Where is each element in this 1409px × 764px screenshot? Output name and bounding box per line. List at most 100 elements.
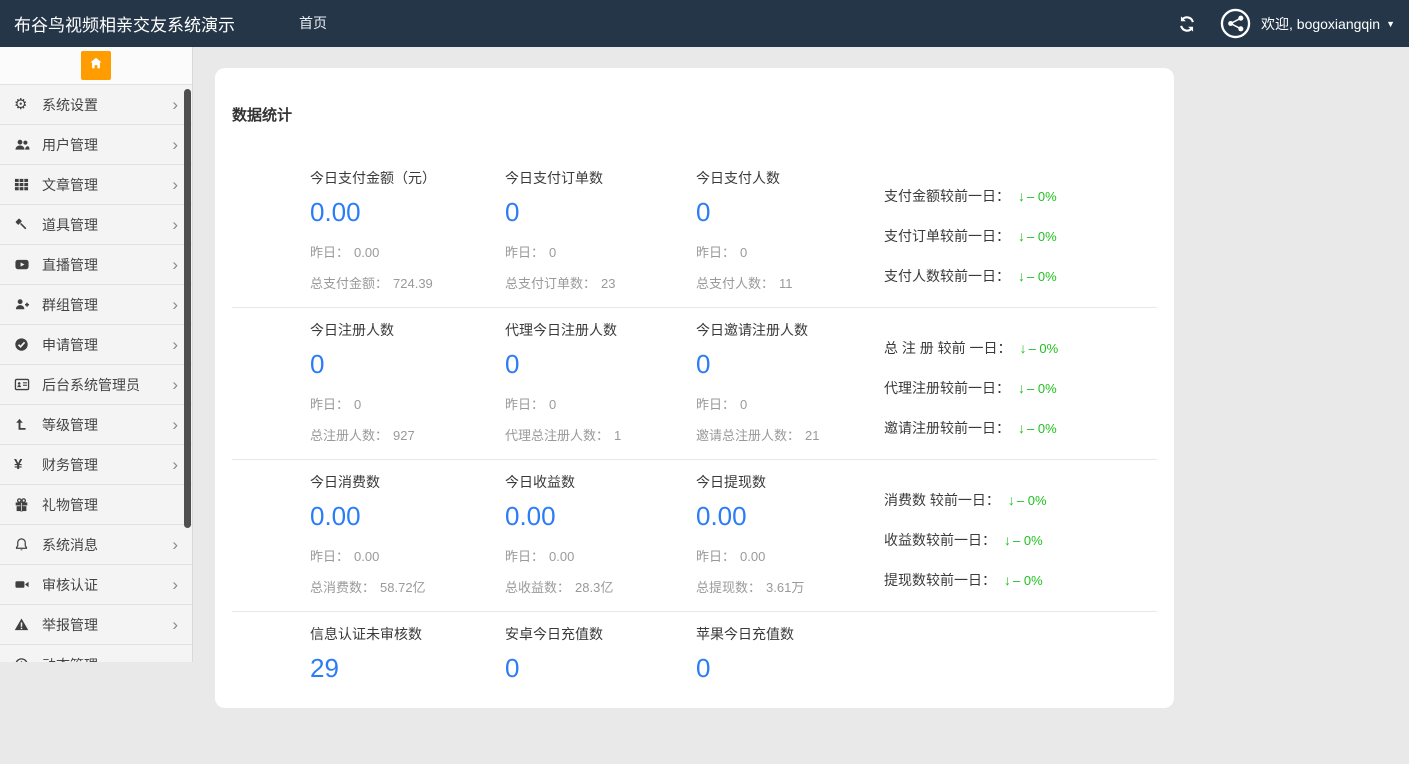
sidebar-item-system-settings[interactable]: ⚙ 系统设置 › (0, 85, 192, 125)
home-icon (89, 56, 103, 75)
chevron-right-icon: › (172, 617, 178, 633)
down-arrow-icon: ↓ (1018, 420, 1025, 436)
sidebar-item-article-management[interactable]: 文章管理 › (0, 165, 192, 205)
chevron-right-icon: › (172, 337, 178, 353)
trend-column-empty (884, 624, 1157, 764)
trend-line: 代理注册较前一日： ↓ – 0% (884, 378, 1157, 398)
trend-line: 支付订单较前一日： ↓ – 0% (884, 226, 1157, 246)
trend-column-payments: 支付金额较前一日： ↓ – 0% 支付订单较前一日： ↓ – 0% 支付人数较前… (884, 168, 1157, 307)
warning-icon (14, 617, 34, 633)
page-title: 数据统计 (232, 104, 1157, 125)
stat-value: 0 (696, 349, 884, 380)
sidebar-item-finance-management[interactable]: ¥ 财务管理 › (0, 445, 192, 485)
top-navbar: 布谷鸟视频相亲交友系统演示 首页 欢迎, bogoxiangqin ▼ (0, 0, 1409, 47)
gift-icon (14, 497, 34, 513)
trend-line: 支付金额较前一日： ↓ – 0% (884, 186, 1157, 206)
chevron-right-icon: › (172, 537, 178, 553)
sidebar-item-moments-management[interactable]: 动态管理 › (0, 645, 192, 662)
stat-row-payments: 今日支付金额（元） 0.00 昨日：0.00 总支付金额：724.39 今日支付… (232, 156, 1157, 308)
nav-home-link[interactable]: 首页 (285, 0, 341, 47)
sidebar-scrollbar[interactable] (184, 89, 191, 528)
sidebar-item-gift-management[interactable]: 礼物管理 (0, 485, 192, 525)
stat-unreviewed-certifications: 信息认证未审核数 29 (310, 624, 505, 764)
stat-row-registrations: 今日注册人数 0 昨日：0 总注册人数：927 代理今日注册人数 0 昨日：0 … (232, 308, 1157, 460)
stat-today-consumption: 今日消费数 0.00 昨日：0.00 总消费数：58.72亿 (310, 472, 505, 611)
chevron-right-icon: › (172, 417, 178, 433)
grid-icon (14, 177, 34, 193)
sidebar-item-user-management[interactable]: 用户管理 › (0, 125, 192, 165)
main-content: 数据统计 今日支付金额（元） 0.00 昨日：0.00 总支付金额：724.39… (194, 47, 1409, 662)
clock-icon (14, 657, 34, 663)
stat-value: 0 (310, 349, 505, 380)
trend-line: 总 注 册 较前 一日： ↓ – 0% (884, 338, 1157, 358)
stat-ios-recharge: 苹果今日充值数 0 (696, 624, 884, 764)
check-circle-icon (14, 337, 34, 353)
welcome-user-dropdown[interactable]: 欢迎, bogoxiangqin (1261, 14, 1380, 34)
sidebar: ⚙ 系统设置 › 用户管理 › 文章管理 › (0, 47, 193, 662)
chevron-right-icon: › (172, 577, 178, 593)
user-plus-icon (14, 297, 34, 313)
id-card-icon (14, 377, 34, 393)
chevron-right-icon: › (172, 457, 178, 473)
trend-line: 邀请注册较前一日： ↓ – 0% (884, 418, 1157, 438)
yen-icon: ¥ (14, 457, 34, 473)
stat-value: 0.00 (505, 501, 696, 532)
stat-value: 0.00 (696, 501, 884, 532)
caret-down-icon[interactable]: ▼ (1386, 19, 1395, 29)
home-button[interactable] (81, 51, 111, 80)
sidebar-item-live-management[interactable]: 直播管理 › (0, 245, 192, 285)
stat-today-registrations: 今日注册人数 0 昨日：0 总注册人数：927 (310, 320, 505, 459)
down-arrow-icon: ↓ (1018, 268, 1025, 284)
chevron-right-icon: › (172, 177, 178, 193)
sidebar-item-backend-admins[interactable]: 后台系统管理员 › (0, 365, 192, 405)
trend-line: 支付人数较前一日： ↓ – 0% (884, 266, 1157, 286)
down-arrow-icon: ↓ (1018, 228, 1025, 244)
stat-row-consumption: 今日消费数 0.00 昨日：0.00 总消费数：58.72亿 今日收益数 0.0… (232, 460, 1157, 612)
stat-row-recharge: 信息认证未审核数 29 安卓今日充值数 0 苹果今日充值数 0 (232, 612, 1157, 764)
gears-icon: ⚙ (14, 97, 34, 113)
stat-today-pay-orders: 今日支付订单数 0 昨日：0 总支付订单数：23 (505, 168, 696, 307)
sidebar-header (0, 47, 192, 85)
stat-value: 0 (505, 653, 696, 684)
down-arrow-icon: ↓ (1020, 340, 1027, 356)
down-arrow-icon: ↓ (1018, 188, 1025, 204)
stat-invite-registrations: 今日邀请注册人数 0 昨日：0 邀请总注册人数：21 (696, 320, 884, 459)
trend-line: 收益数较前一日： ↓ – 0% (884, 530, 1157, 550)
stat-today-earnings: 今日收益数 0.00 昨日：0.00 总收益数：28.3亿 (505, 472, 696, 611)
stat-value: 0 (505, 197, 696, 228)
trend-line: 消费数 较前一日： ↓ – 0% (884, 490, 1157, 510)
sidebar-item-application-management[interactable]: 申请管理 › (0, 325, 192, 365)
sidebar-item-group-management[interactable]: 群组管理 › (0, 285, 192, 325)
level-up-icon (14, 417, 34, 433)
trend-column-registrations: 总 注 册 较前 一日： ↓ – 0% 代理注册较前一日： ↓ – 0% 邀请注… (884, 320, 1157, 459)
statistics-card: 数据统计 今日支付金额（元） 0.00 昨日：0.00 总支付金额：724.39… (215, 68, 1174, 708)
sidebar-item-report-management[interactable]: 举报管理 › (0, 605, 192, 645)
users-icon (14, 137, 34, 153)
bell-icon (14, 537, 34, 553)
user-avatar-share-icon[interactable] (1220, 8, 1251, 39)
stat-value: 29 (310, 653, 505, 684)
stat-today-withdrawals: 今日提现数 0.00 昨日：0.00 总提现数：3.61万 (696, 472, 884, 611)
stat-value: 0.00 (310, 197, 505, 228)
chevron-right-icon: › (172, 137, 178, 153)
sidebar-item-system-messages[interactable]: 系统消息 › (0, 525, 192, 565)
down-arrow-icon: ↓ (1004, 572, 1011, 588)
stat-value: 0 (505, 349, 696, 380)
chevron-right-icon: › (172, 257, 178, 273)
stat-value: 0.00 (310, 501, 505, 532)
down-arrow-icon: ↓ (1008, 492, 1015, 508)
stat-value: 0 (696, 197, 884, 228)
app-title: 布谷鸟视频相亲交友系统演示 (0, 11, 285, 36)
chevron-right-icon: › (172, 297, 178, 313)
refresh-icon[interactable] (1178, 15, 1196, 33)
stat-android-recharge: 安卓今日充值数 0 (505, 624, 696, 764)
down-arrow-icon: ↓ (1018, 380, 1025, 396)
trend-column-consumption: 消费数 较前一日： ↓ – 0% 收益数较前一日： ↓ – 0% 提现数较前一日… (884, 472, 1157, 611)
chevron-right-icon: › (172, 377, 178, 393)
down-arrow-icon: ↓ (1004, 532, 1011, 548)
sidebar-item-props-management[interactable]: 道具管理 › (0, 205, 192, 245)
sidebar-item-level-management[interactable]: 等级管理 › (0, 405, 192, 445)
sidebar-item-audit-certification[interactable]: 审核认证 › (0, 565, 192, 605)
stat-today-pay-users: 今日支付人数 0 昨日：0 总支付人数：11 (696, 168, 884, 307)
video-camera-icon (14, 577, 34, 593)
